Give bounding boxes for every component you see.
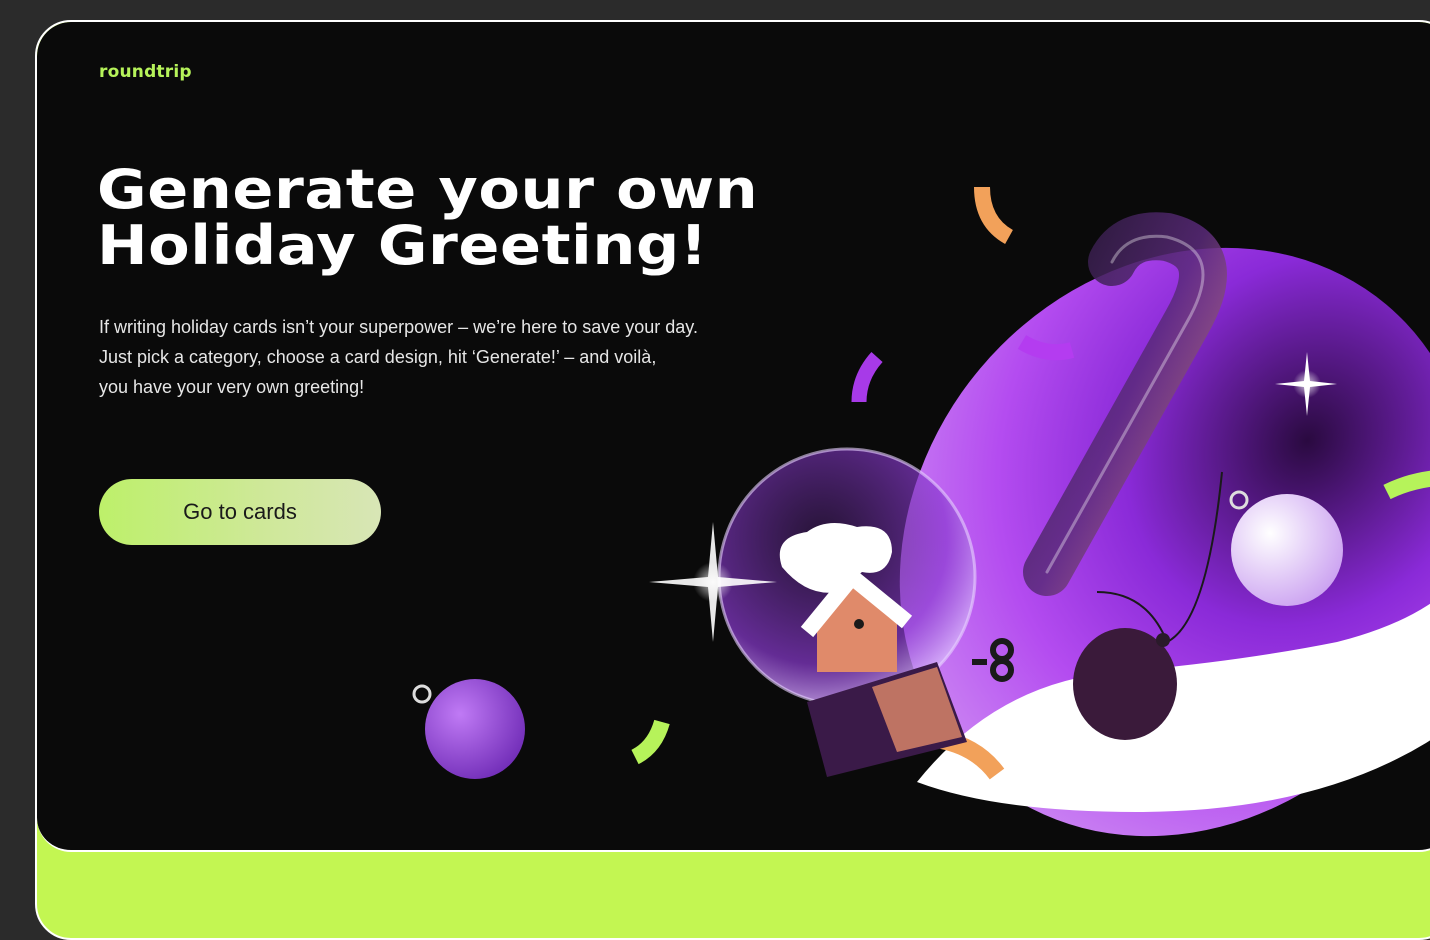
confetti-purple-left [851,351,883,403]
confetti-purple-top [1017,335,1075,361]
page-frame: roundtrip Generate your own Holiday Gree… [35,20,1430,940]
holiday-illustration [412,186,1430,837]
purple-ornament-icon [412,679,525,779]
confetti-orange-top [974,186,1014,244]
hero-section: roundtrip Generate your own Holiday Gree… [37,22,1430,852]
confetti-green-bottom [631,719,670,765]
